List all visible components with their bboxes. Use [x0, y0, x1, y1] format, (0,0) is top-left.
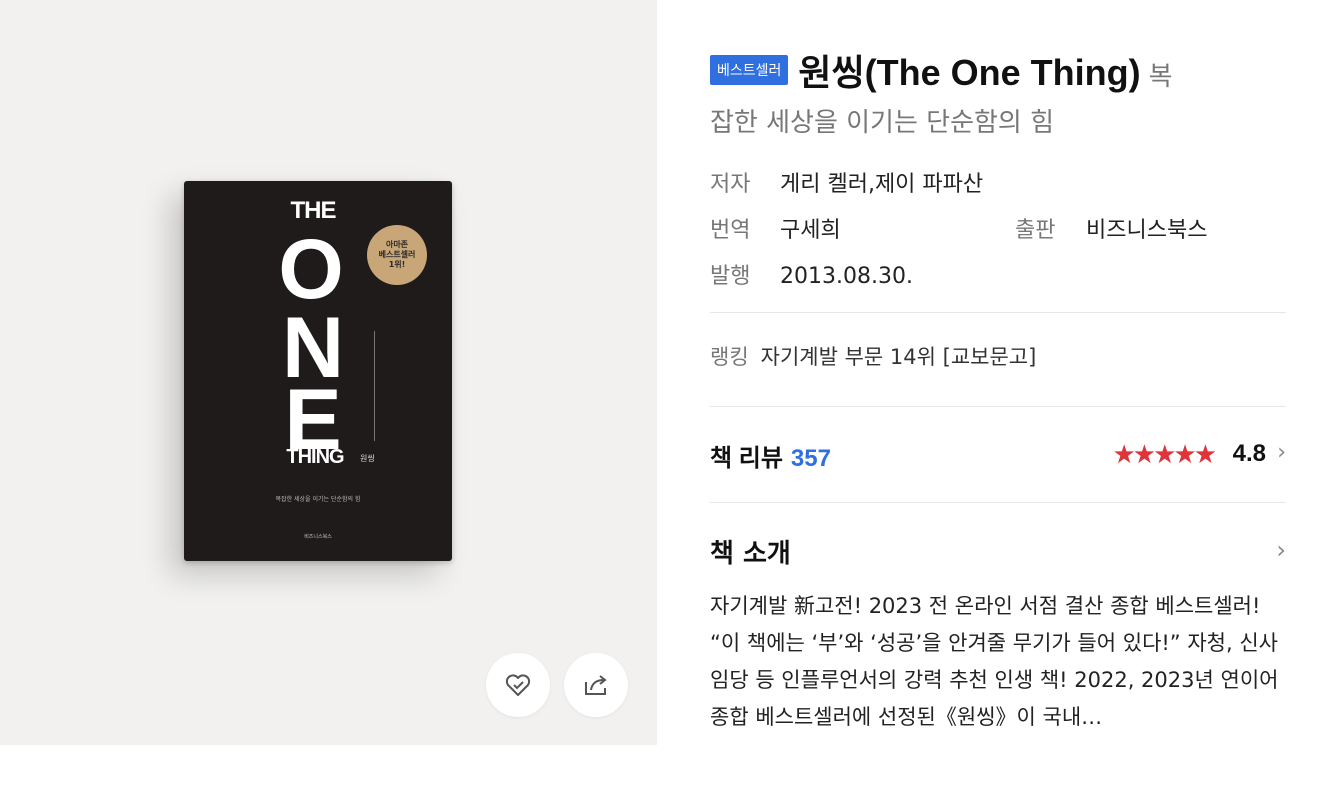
author-link[interactable]: 게리 켈러,제이 파파산 [780, 172, 983, 197]
divider [710, 502, 1286, 503]
share-icon [585, 675, 607, 695]
divider [710, 312, 1286, 313]
translator-publisher-row: 번역 구세희 출판 비즈니스북스 [710, 212, 1286, 244]
bestseller-seal: 아마존 베스트셀러 1위! [367, 225, 427, 285]
cover-title-the: THE [290, 197, 337, 224]
intro-chevron-right-icon[interactable]: › [1276, 536, 1286, 564]
pubdate-label: 발행 [710, 264, 751, 289]
divider [710, 406, 1286, 407]
author-label: 저자 [710, 172, 751, 197]
intro-body: 자기계발 新고전! 2023 전 온라인 서점 결산 종합 베스트셀러! “이 … [710, 594, 1279, 729]
heart-icon [505, 674, 531, 696]
cover-panel: THE O N E THING 원씽 아마존 베스트셀러 1위! 복잡한 세상을… [0, 0, 657, 745]
book-subtitle-start: 복 [1148, 62, 1173, 92]
review-count: 357 [790, 445, 831, 472]
translator-label: 번역 [710, 218, 751, 243]
cover-title-korean: 원씽 [360, 454, 375, 463]
book-cover-image[interactable]: THE O N E THING 원씽 아마존 베스트셀러 1위! 복잡한 세상을… [184, 181, 452, 561]
cover-title-thing: THING [286, 446, 344, 468]
review-label: 책 리뷰 [710, 445, 783, 472]
publisher-link[interactable]: 비즈니스북스 [1086, 212, 1207, 244]
ranking-label: 랭킹 [710, 345, 749, 369]
rating-stars-icon: ★★★★★ [1112, 440, 1217, 470]
publisher-label: 출판 [1015, 218, 1056, 243]
book-subtitle: 잡한 세상을 이기는 단순함의 힘 [710, 108, 1055, 138]
bestseller-badge: 베스트셀러 [710, 55, 789, 85]
cover-publisher: 비즈니스북스 [304, 534, 332, 540]
pubdate-row: 발행 2013.08.30. [710, 258, 913, 290]
title-line: 베스트셀러 원씽(The One Thing) 복 [710, 44, 1310, 96]
chevron-right-icon: › [1277, 440, 1286, 465]
author-row: 저자 게리 켈러,제이 파파산 [710, 166, 983, 198]
cover-side-line [374, 331, 385, 441]
book-title: 원씽(The One Thing) [798, 52, 1141, 93]
intro-title: 책 소개 [710, 539, 791, 569]
rating-score: 4.8 [1232, 440, 1266, 467]
seal-text: 아마존 베스트셀러 1위! [378, 240, 416, 269]
review-summary-row[interactable]: 책 리뷰 357 ★★★★★ 4.8 › [710, 438, 1286, 474]
pubdate-value: 2013.08.30. [780, 264, 913, 289]
ranking-text[interactable]: 자기계발 부문 14위 [교보문고] [761, 345, 1037, 369]
translator-link[interactable]: 구세희 [780, 218, 841, 243]
ranking-row: 랭킹 자기계발 부문 14위 [교보문고] [710, 341, 1036, 371]
cover-title-o: O [278, 222, 344, 316]
wishlist-button[interactable] [486, 653, 550, 717]
cover-subtitle: 복잡한 세상을 이기는 단순함의 힘 [275, 496, 361, 503]
share-button[interactable] [564, 653, 628, 717]
